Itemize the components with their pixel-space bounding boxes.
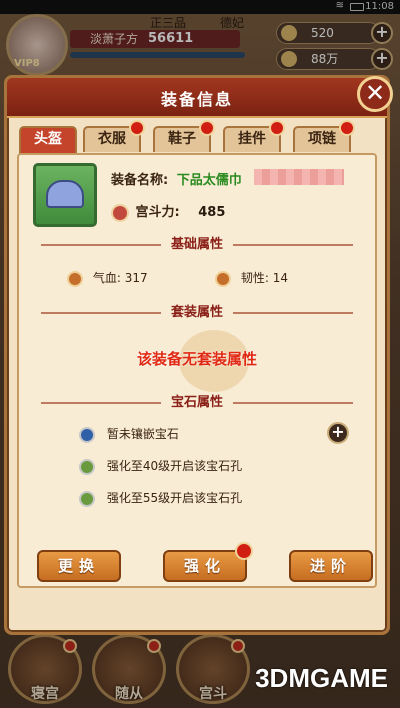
notification-dot bbox=[199, 120, 215, 136]
item-name-row: 装备名称: 下品太儒巾 bbox=[111, 169, 242, 188]
item-power-value: 485 bbox=[198, 205, 226, 220]
tab-pendant[interactable]: 挂件 bbox=[223, 120, 285, 152]
button-label: 强化 bbox=[183, 557, 226, 575]
gem-slot-2: 强化至40级开启该宝石孔 bbox=[79, 457, 242, 475]
section-set-attributes: 套装属性 bbox=[19, 303, 375, 323]
tab-label: 头盔 bbox=[34, 131, 62, 147]
set-status-text: 该装备无套装属性 bbox=[136, 350, 257, 368]
hat-icon bbox=[46, 180, 84, 208]
equipment-panel: 装备名称: 下品太儒巾 宫斗力: 485 基础属性 气血: 317 韧性: 14… bbox=[17, 153, 377, 588]
item-power-label: 宫斗力: bbox=[135, 205, 180, 220]
tab-label: 项链 bbox=[308, 131, 336, 147]
replace-button[interactable]: 更换 bbox=[37, 550, 121, 582]
notification-dot bbox=[235, 542, 253, 560]
tab-clothes[interactable]: 衣服 bbox=[83, 120, 145, 152]
close-icon: ✕ bbox=[364, 79, 386, 107]
power-icon bbox=[111, 203, 129, 222]
tab-label: 挂件 bbox=[238, 131, 266, 147]
tab-label: 衣服 bbox=[98, 131, 126, 147]
heart-icon bbox=[67, 270, 83, 287]
watermark: 3DMGAME bbox=[255, 663, 388, 693]
gem-slot-1: 暂未镶嵌宝石 bbox=[79, 425, 179, 443]
stat-toughness: 韧性: 14 bbox=[215, 269, 288, 287]
notification-dot bbox=[129, 120, 145, 136]
tab-necklace[interactable]: 项链 bbox=[293, 120, 355, 152]
stat-label: 气血: bbox=[92, 271, 121, 285]
stat-value: 317 bbox=[124, 271, 148, 285]
enhance-button[interactable]: 强化 bbox=[163, 542, 253, 582]
equipment-dialog: 装备信息 ✕ 头盔 衣服 鞋子 挂件 项链 装备名称: 下品太儒巾 宫斗力: 4… bbox=[4, 75, 393, 635]
helmet-item-icon[interactable] bbox=[33, 163, 97, 227]
lock-icon bbox=[79, 490, 95, 507]
divider bbox=[233, 402, 353, 404]
gem-slot-text: 暂未镶嵌宝石 bbox=[106, 427, 179, 441]
section-base-attributes: 基础属性 bbox=[19, 235, 375, 255]
advance-button[interactable]: 进阶 bbox=[289, 550, 373, 582]
button-label: 更换 bbox=[57, 557, 100, 575]
divider bbox=[233, 244, 353, 246]
item-power-row: 宫斗力: 485 bbox=[111, 201, 225, 222]
equipment-tabs: 头盔 衣服 鞋子 挂件 项链 bbox=[19, 120, 359, 154]
diamond-icon bbox=[79, 426, 95, 443]
tab-shoes[interactable]: 鞋子 bbox=[153, 120, 215, 152]
notification-dot bbox=[269, 120, 285, 136]
dialog-title: 装备信息 bbox=[160, 90, 233, 109]
gem-slot-text: 强化至40级开启该宝石孔 bbox=[106, 459, 243, 473]
tab-label: 鞋子 bbox=[168, 131, 196, 147]
add-gem-button[interactable]: + bbox=[327, 422, 349, 444]
item-name-label: 装备名称: bbox=[111, 173, 169, 188]
divider bbox=[233, 312, 353, 314]
section-gem-attributes: 宝石属性 bbox=[19, 393, 375, 413]
close-button[interactable]: ✕ bbox=[357, 76, 393, 112]
gem-slot-text: 强化至55级开启该宝石孔 bbox=[106, 491, 243, 505]
lock-icon bbox=[79, 458, 95, 475]
tab-helmet[interactable]: 头盔 bbox=[19, 126, 77, 154]
gem-slot-3: 强化至55级开启该宝石孔 bbox=[79, 489, 242, 507]
notification-dot bbox=[339, 120, 355, 136]
stat-hp: 气血: 317 bbox=[67, 269, 148, 287]
stat-label: 韧性: bbox=[240, 271, 269, 285]
censored-region bbox=[254, 169, 344, 185]
button-label: 进阶 bbox=[309, 557, 352, 575]
item-name-value: 下品太儒巾 bbox=[176, 173, 242, 188]
dialog-header: 装备信息 bbox=[7, 78, 387, 118]
stat-value: 14 bbox=[272, 271, 288, 285]
toughness-icon bbox=[215, 270, 231, 287]
